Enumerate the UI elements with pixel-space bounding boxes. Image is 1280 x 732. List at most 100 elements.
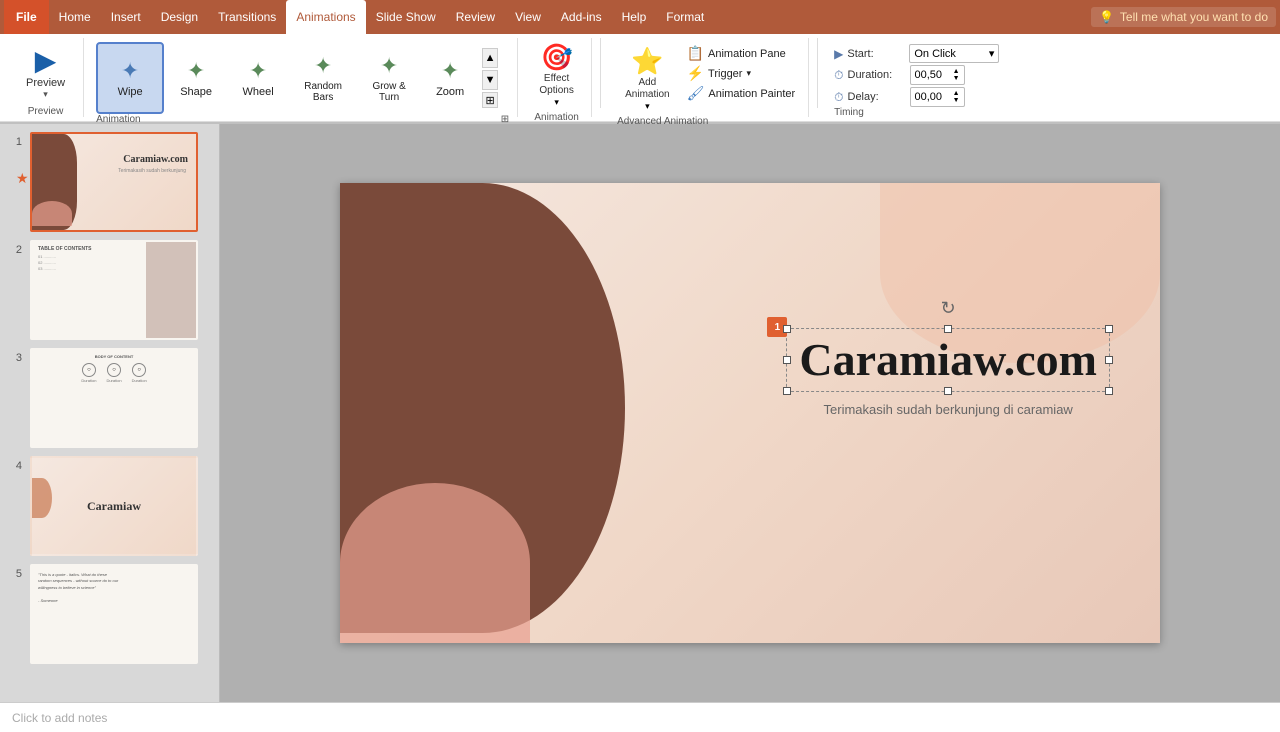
duration-input[interactable]: 00,50 ▲ ▼: [910, 65, 965, 85]
menu-format[interactable]: Format: [656, 0, 714, 34]
menu-transitions[interactable]: Transitions: [208, 0, 286, 34]
menu-review[interactable]: Review: [446, 0, 505, 34]
thumb4-logo: Caramiaw: [87, 499, 141, 514]
trigger-label: Trigger: [708, 68, 742, 80]
animation-painter-button[interactable]: 🖌 Animation Painter: [684, 84, 799, 103]
effect-options-icon: 🎯: [540, 42, 572, 73]
shape-icon: ✦: [187, 58, 205, 84]
handle-bm[interactable]: [944, 387, 952, 395]
slide-num-4: 4: [8, 460, 22, 472]
animation-expand-icon[interactable]: ⊞: [501, 114, 509, 125]
slide-thumb-1[interactable]: Caramiaw.com Terimakasih sudah berkunjun…: [30, 132, 198, 232]
handle-br[interactable]: [1105, 387, 1113, 395]
add-anim-label: AddAnimation: [625, 77, 669, 101]
wipe-icon: ✦: [121, 58, 139, 84]
handle-tr[interactable]: [1105, 325, 1113, 333]
thumb1-subtitle: Terimakasih sudah berkunjung: [118, 168, 186, 174]
search-bar[interactable]: 💡 Tell me what you want to do: [1091, 7, 1276, 27]
menu-bar: File Home Insert Design Transitions Anim…: [0, 0, 1280, 34]
preview-label: Preview: [26, 77, 65, 89]
anim-shape[interactable]: ✦ Shape: [166, 42, 226, 114]
anim-scroll-down[interactable]: ▼: [482, 70, 498, 90]
trigger-button[interactable]: ⚡ Trigger ▾: [684, 64, 799, 83]
selected-text-box[interactable]: ↻ 1 Caramiaw.com: [786, 328, 1110, 417]
advanced-anim-group: ⭐ AddAnimation ▾ 📋 Animation Pane ⚡ Trig…: [609, 38, 809, 117]
anim-pane-label: Animation Pane: [708, 48, 786, 60]
menu-slideshow[interactable]: Slide Show: [366, 0, 446, 34]
preview-button[interactable]: ▶ Preview ▾: [16, 38, 75, 106]
menu-file[interactable]: File: [4, 0, 49, 34]
duration-spinners[interactable]: ▲ ▼: [953, 68, 960, 82]
menu-home[interactable]: Home: [49, 0, 101, 34]
anim-random-bars[interactable]: ✦ Random Bars: [290, 42, 356, 114]
delay-input[interactable]: 00,00 ▲ ▼: [910, 87, 965, 107]
start-dropdown[interactable]: On Click ▾: [909, 44, 999, 63]
random-bars-label: Random Bars: [297, 81, 349, 103]
start-icon: ▶: [834, 47, 843, 61]
handle-tm[interactable]: [944, 325, 952, 333]
thumb1-title: Caramiaw.com: [123, 154, 188, 165]
grow-turn-icon: ✦: [380, 53, 398, 79]
slide-thumb-2[interactable]: TABLE OF CONTENTS 01 ...........02 .....…: [30, 240, 198, 340]
add-anim-icon: ⭐: [631, 46, 663, 77]
slide-panel: 1 ★ Caramiaw.com Terimakasih sudah berku…: [0, 124, 220, 702]
menu-design[interactable]: Design: [151, 0, 208, 34]
search-text: Tell me what you want to do: [1120, 10, 1268, 24]
ribbon-toolbar: ▶ Preview ▾ Preview ✦ Wipe ✦ Shape: [0, 34, 1280, 122]
slide-subtitle: Terimakasih sudah berkunjung di caramiaw: [786, 402, 1110, 417]
menu-insert[interactable]: Insert: [101, 0, 151, 34]
duration-value: 00,50: [915, 69, 943, 81]
slide-title: Caramiaw.com: [799, 337, 1097, 383]
preview-group-label: Preview: [28, 106, 64, 119]
slide-canvas[interactable]: ↻ 1 Caramiaw.com: [340, 183, 1160, 643]
slide-item-2: 2 TABLE OF CONTENTS 01 ...........02 ...…: [8, 240, 211, 340]
menu-animations[interactable]: Animations: [286, 0, 365, 34]
add-animation-button[interactable]: ⭐ AddAnimation ▾: [617, 42, 677, 116]
slide-thumb-4[interactable]: Caramiaw: [30, 456, 198, 556]
delay-icon: ⏱: [834, 90, 843, 105]
handle-bl[interactable]: [783, 387, 791, 395]
slide-thumb-3[interactable]: BODY OF CONTENT ○ Duration ○ Duration: [30, 348, 198, 448]
handle-mr[interactable]: [1105, 356, 1113, 364]
animation-pane-button[interactable]: 📋 Animation Pane: [684, 44, 799, 63]
delay-row: ⏱ Delay: 00,00 ▲ ▼: [834, 87, 1018, 107]
shape-label: Shape: [180, 86, 212, 98]
delay-label: Delay:: [848, 91, 906, 103]
anim-scroll-up[interactable]: ▲: [482, 48, 498, 68]
menu-addins[interactable]: Add-ins: [551, 0, 612, 34]
start-value: On Click: [914, 48, 956, 60]
duration-icon: ⏱: [834, 68, 843, 83]
menu-help[interactable]: Help: [612, 0, 657, 34]
anim-wipe[interactable]: ✦ Wipe: [96, 42, 164, 114]
timing-group: ▶ Start: On Click ▾ ⏱ Duration: 00,50 ▲: [826, 38, 1026, 117]
random-bars-icon: ✦: [314, 53, 332, 79]
effect-options-group: 🎯 EffectOptions ▾ Animation: [522, 38, 592, 117]
slide-item-3: 3 BODY OF CONTENT ○ Duration ○ Duration: [8, 348, 211, 448]
anim-pane-icon: 📋: [687, 45, 704, 62]
notes-bar[interactable]: Click to add notes: [0, 702, 1280, 732]
handle-ml[interactable]: [783, 356, 791, 364]
anim-expand[interactable]: ⊞: [482, 92, 498, 108]
delay-spinners[interactable]: ▲ ▼: [953, 90, 960, 104]
lightbulb-icon: 💡: [1099, 10, 1114, 24]
anim-wheel[interactable]: ✦ Wheel: [228, 42, 288, 114]
effect-options-button[interactable]: 🎯 EffectOptions ▾: [531, 38, 581, 112]
anim-grow-turn[interactable]: ✦ Grow & Turn: [358, 42, 420, 114]
zoom-icon: ✦: [441, 58, 459, 84]
wheel-icon: ✦: [249, 58, 267, 84]
painter-label: Animation Painter: [708, 88, 795, 100]
menu-view[interactable]: View: [505, 0, 551, 34]
slide-item-4: 4 Caramiaw: [8, 456, 211, 556]
main-content: 1 ★ Caramiaw.com Terimakasih sudah berku…: [0, 124, 1280, 702]
slide-num-1: 1: [8, 136, 22, 148]
animation-group: ✦ Wipe ✦ Shape ✦ Wheel ✦: [88, 38, 518, 117]
preview-icon: ▶: [35, 44, 57, 77]
slide-num-3: 3: [8, 352, 22, 364]
handle-tl[interactable]: [783, 325, 791, 333]
slide-thumb-5[interactable]: "This is a quote - italics. What do thes…: [30, 564, 198, 664]
start-chevron: ▾: [989, 47, 995, 60]
rotate-handle[interactable]: ↻: [941, 298, 956, 319]
anim-zoom[interactable]: ✦ Zoom: [422, 42, 478, 114]
start-row: ▶ Start: On Click ▾: [834, 44, 1018, 63]
slide-num-5: 5: [8, 568, 22, 580]
